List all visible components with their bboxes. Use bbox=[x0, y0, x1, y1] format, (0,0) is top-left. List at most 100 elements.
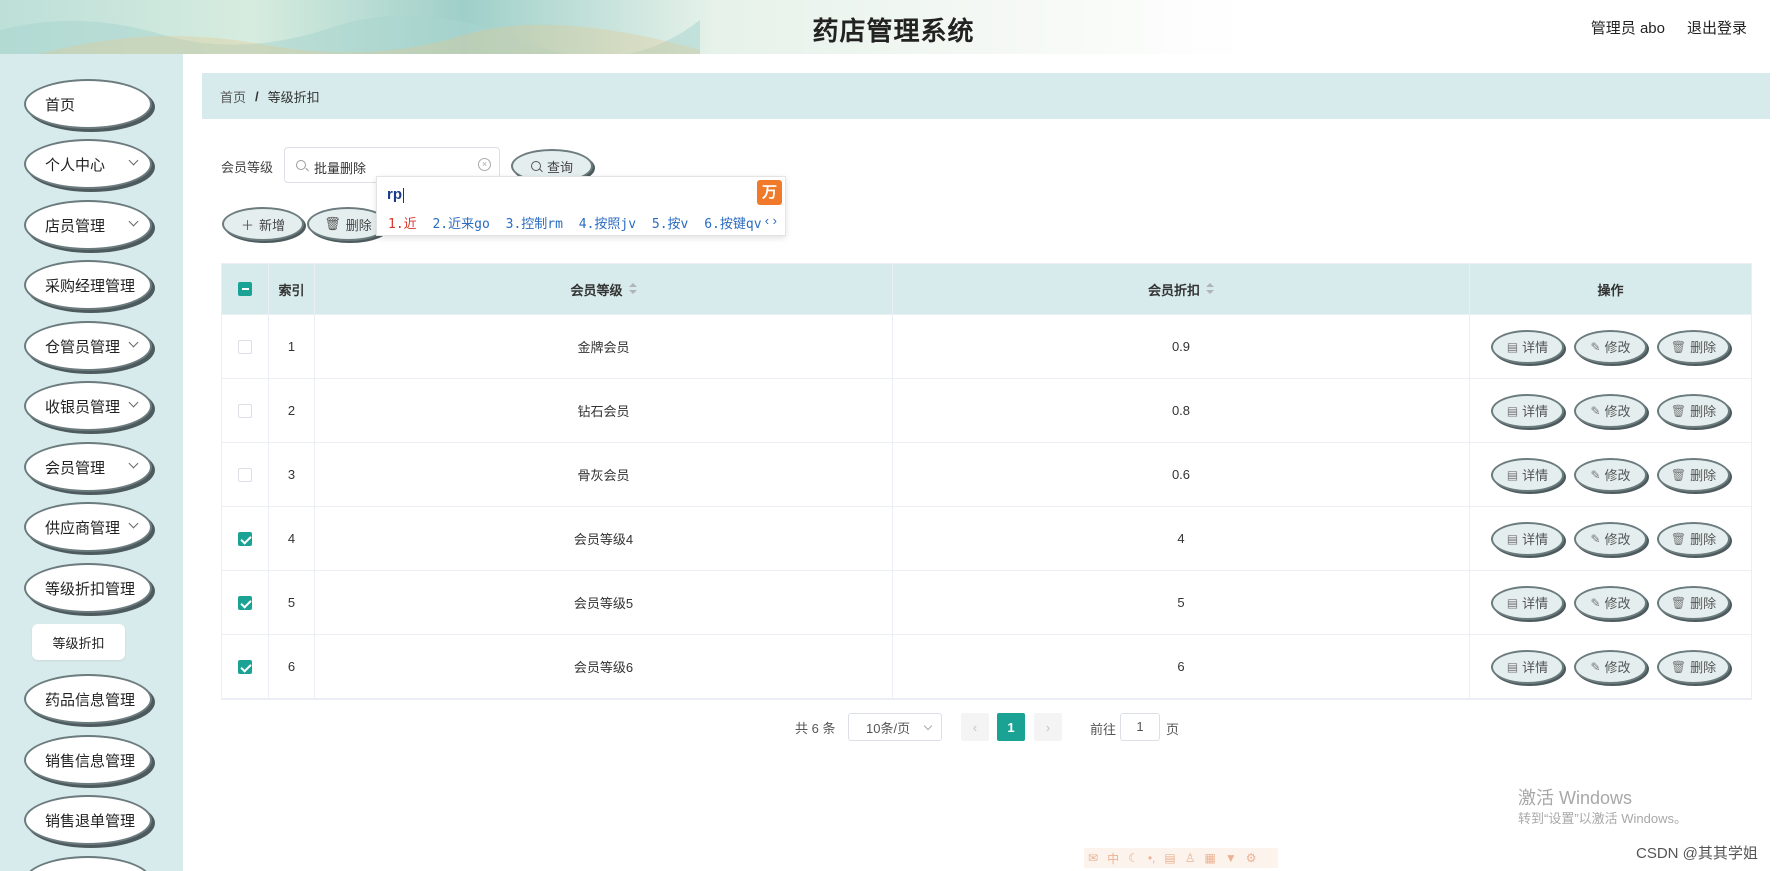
next-page-button[interactable]: › bbox=[1034, 713, 1062, 741]
ime-candidate-popup: rp 万 1.近 2.近来go 3.控制rm 4.按照jv 5.按v 6.按键q… bbox=[376, 176, 786, 236]
detail-button[interactable]: ▤ 详情 bbox=[1491, 457, 1564, 492]
edit-button[interactable]: ✎ 修改 bbox=[1574, 521, 1647, 556]
row-member-discount: 0.9 bbox=[893, 315, 1470, 378]
page-size-value: 10条/页 bbox=[866, 720, 911, 736]
detail-button-label: 详情 bbox=[1522, 596, 1549, 611]
page-number-current[interactable]: 1 bbox=[997, 713, 1025, 741]
ime-candidate[interactable]: 3.控制rm bbox=[506, 217, 563, 232]
chevron-down-icon bbox=[128, 397, 139, 408]
detail-button[interactable]: ▤ 详情 bbox=[1491, 393, 1564, 428]
edit-button-label: 修改 bbox=[1604, 596, 1631, 611]
clear-icon[interactable]: × bbox=[478, 158, 491, 171]
ime-candidate[interactable]: 6.按键qv bbox=[704, 217, 761, 232]
edit-button-label: 修改 bbox=[1604, 660, 1631, 675]
sidebar-item-cashier[interactable]: 收银员管理 bbox=[24, 381, 152, 431]
logout-link[interactable]: 退出登录 bbox=[1687, 17, 1747, 38]
edit-button[interactable]: ✎ 修改 bbox=[1574, 393, 1647, 428]
sort-icon[interactable] bbox=[628, 283, 637, 295]
ime-composition-text: rp bbox=[387, 186, 402, 203]
header-index: 索引 bbox=[269, 264, 315, 314]
windows-activation-subtitle: 转到“设置”以激活 Windows。 bbox=[1518, 811, 1688, 826]
delete-button-label: 删除 bbox=[1690, 340, 1717, 355]
table-row: 1 金牌会员 0.9 ▤ 详情 ✎ 修改 🗑 删除 bbox=[222, 315, 1751, 379]
chevron-down-icon bbox=[128, 458, 139, 469]
row-checkbox[interactable] bbox=[238, 339, 252, 354]
sidebar-item-members[interactable]: 会员管理 bbox=[24, 442, 152, 492]
row-checkbox[interactable] bbox=[238, 467, 252, 482]
trash-icon: 🗑 bbox=[1670, 595, 1687, 610]
header-member-discount-label: 会员折扣 bbox=[1147, 282, 1200, 298]
ime-candidate[interactable]: 4.按照jv bbox=[579, 217, 636, 232]
edit-button[interactable]: ✎ 修改 bbox=[1574, 329, 1647, 364]
document-icon: ▤ bbox=[1506, 339, 1519, 354]
row-checkbox[interactable] bbox=[238, 595, 252, 610]
prev-page-button[interactable]: ‹ bbox=[961, 713, 989, 741]
search-icon bbox=[530, 161, 541, 171]
row-member-level: 会员等级5 bbox=[315, 571, 893, 634]
breadcrumb: 首页 / 等级折扣 bbox=[202, 73, 1770, 119]
sidebar-item-level-discount[interactable]: 等级折扣管理 bbox=[24, 563, 152, 613]
row-actions: ▤ 详情 ✎ 修改 🗑 删除 bbox=[1470, 315, 1751, 378]
sidebar-subitem-level-discount[interactable]: 等级折扣 bbox=[32, 624, 125, 660]
row-member-discount: 6 bbox=[893, 635, 1470, 698]
sidebar-item-purchase-manager[interactable]: 采购经理管理 bbox=[24, 260, 152, 310]
shirt-icon: ▼ bbox=[1224, 851, 1237, 865]
app-title: 药店管理系统 bbox=[812, 16, 975, 46]
goto-unit: 页 bbox=[1166, 722, 1180, 737]
sidebar-item-personal-center[interactable]: 个人中心 bbox=[24, 139, 152, 189]
sidebar-item-staff[interactable]: 店员管理 bbox=[24, 200, 152, 250]
header-member-level[interactable]: 会员等级 bbox=[315, 264, 893, 314]
delete-button[interactable]: 🗑 删除 bbox=[1657, 649, 1730, 684]
row-member-discount: 0.6 bbox=[893, 443, 1470, 506]
select-all-checkbox[interactable] bbox=[238, 282, 252, 296]
row-checkbox[interactable] bbox=[238, 531, 252, 546]
delete-button[interactable]: 🗑 删除 bbox=[1657, 393, 1730, 428]
page-size-select[interactable]: 10条/页 bbox=[848, 713, 942, 741]
row-checkbox-cell bbox=[222, 635, 269, 698]
delete-button[interactable]: 🗑 删除 bbox=[1657, 457, 1730, 492]
ime-candidate[interactable]: 1.近 bbox=[388, 217, 417, 232]
row-checkbox[interactable] bbox=[238, 659, 252, 674]
ime-composition: rp bbox=[387, 186, 404, 203]
add-button[interactable]: ＋ 新增 bbox=[222, 207, 304, 241]
table-header-row: 索引 会员等级 会员折扣 操作 bbox=[222, 264, 1751, 315]
ime-candidate[interactable]: 5.按v bbox=[652, 217, 688, 232]
sidebar-item-label: 药品信息管理 bbox=[45, 691, 136, 709]
sidebar-item-drug-info[interactable]: 药品信息管理 bbox=[24, 674, 152, 724]
delete-button[interactable]: 🗑 删除 bbox=[1657, 521, 1730, 556]
header-member-discount[interactable]: 会员折扣 bbox=[893, 264, 1470, 314]
detail-button-label: 详情 bbox=[1522, 404, 1549, 419]
breadcrumb-home[interactable]: 首页 bbox=[220, 87, 246, 106]
ime-candidate[interactable]: 2.近来go bbox=[432, 217, 489, 232]
sidebar-item-warehouse-keeper[interactable]: 仓管员管理 bbox=[24, 321, 152, 371]
sidebar-item-more[interactable] bbox=[24, 856, 152, 871]
detail-button[interactable]: ▤ 详情 bbox=[1491, 649, 1564, 684]
chevron-down-icon bbox=[128, 518, 139, 529]
sidebar-item-sales-info[interactable]: 销售信息管理 bbox=[24, 735, 152, 785]
delete-button-label: 删除 bbox=[1690, 596, 1717, 611]
sidebar-item-suppliers[interactable]: 供应商管理 bbox=[24, 502, 152, 552]
sidebar-item-label: 销售退单管理 bbox=[45, 812, 136, 830]
punctuation-icon: •, bbox=[1147, 851, 1156, 865]
detail-button[interactable]: ▤ 详情 bbox=[1491, 521, 1564, 556]
edit-button[interactable]: ✎ 修改 bbox=[1574, 649, 1647, 684]
chevron-right-icon: › bbox=[1045, 719, 1051, 735]
discount-table: 索引 会员等级 会员折扣 操作 1 金牌会员 0.9 ▤ 详情 ✎ 修改 🗑 删除 2 钻石会员 0.… bbox=[221, 263, 1752, 700]
row-checkbox[interactable] bbox=[238, 403, 252, 418]
delete-button[interactable]: 🗑 删除 bbox=[1657, 329, 1730, 364]
sidebar-item-label: 等级折扣管理 bbox=[45, 580, 136, 598]
trash-icon: 🗑 bbox=[1670, 339, 1687, 354]
sort-icon[interactable] bbox=[1206, 283, 1214, 295]
detail-button[interactable]: ▤ 详情 bbox=[1491, 585, 1564, 620]
edit-button[interactable]: ✎ 修改 bbox=[1574, 457, 1647, 492]
pencil-icon: ✎ bbox=[1590, 403, 1601, 418]
row-member-level: 金牌会员 bbox=[315, 315, 893, 378]
ime-page-nav[interactable]: ‹ › bbox=[765, 213, 777, 228]
delete-button[interactable]: 🗑 删除 bbox=[1657, 585, 1730, 620]
pencil-icon: ✎ bbox=[1590, 467, 1601, 482]
edit-button[interactable]: ✎ 修改 bbox=[1574, 585, 1647, 620]
sidebar-item-home[interactable]: 首页 bbox=[24, 79, 152, 129]
detail-button[interactable]: ▤ 详情 bbox=[1491, 329, 1564, 364]
sidebar-item-sales-returns[interactable]: 销售退单管理 bbox=[24, 795, 152, 845]
goto-page-input[interactable]: 1 bbox=[1120, 713, 1160, 741]
